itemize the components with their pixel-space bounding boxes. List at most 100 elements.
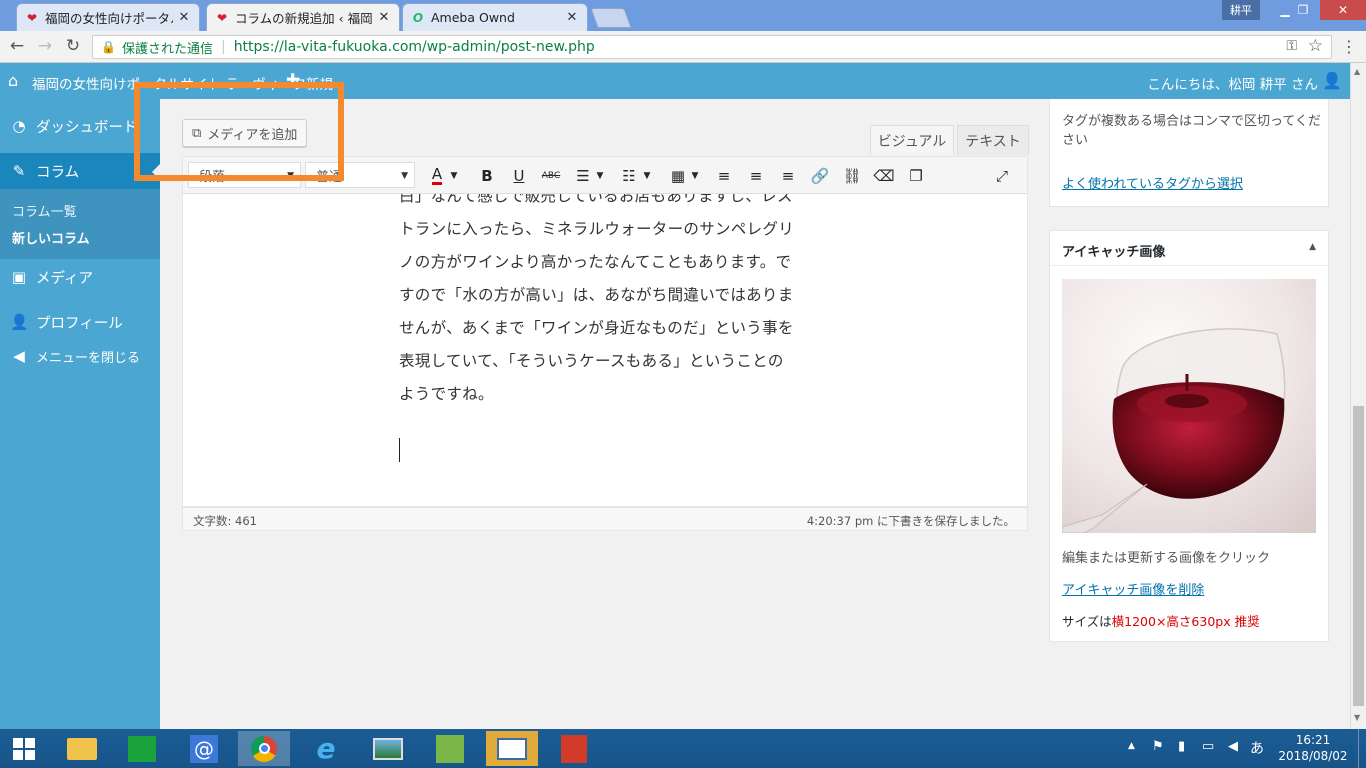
volume-icon[interactable]: ◀ [1228,739,1238,754]
collapse-toggle-icon[interactable]: ▲ [1309,242,1316,252]
acrobat-icon[interactable] [548,731,600,766]
reload-icon[interactable]: ↻ [62,35,84,57]
bookmark-star-icon[interactable]: ☆ [1308,36,1323,56]
strikethrough-icon[interactable]: ABC [540,165,562,187]
chevron-down-icon[interactable]: ▼ [448,165,460,187]
address-toolbar: ← → ↻ 🔒 保護された通信 | https://la-vita-fukuok… [0,31,1366,63]
text-cursor [399,438,400,462]
sidebar-collapse-menu[interactable]: ◀ メニューを閉じる [0,335,160,377]
photos-icon[interactable] [362,731,414,766]
sidebar-item-label: コラム [36,164,80,181]
sidebar-item-label: ダッシュボード [36,119,138,136]
action-center-flag-icon[interactable]: ⚑ [1152,739,1164,754]
bold-icon[interactable]: B [476,165,498,187]
featured-image-hint: 編集または更新する画像をクリック [1062,551,1271,566]
power-icon[interactable]: ▮ [1178,739,1185,754]
windows-taskbar: @ e ▲ ⚑ ▮ ▭ ◀ あ 16:21 2018/08/02 [0,729,1366,768]
greeting[interactable]: こんにちは、松岡 耕平 さん [1147,73,1318,93]
secure-label: 保護された通信 [121,41,213,57]
omnibox[interactable]: 🔒 保護された通信 | https://la-vita-fukuoka.com/… [92,35,1332,59]
draft-saved-status: 4:20:37 pm に下書きを保存しました。 [806,514,1015,528]
chevron-down-icon[interactable]: ▼ [594,165,606,187]
eraser-icon[interactable]: ⌫ [873,165,895,187]
recommended-size: サイズは横1200×高さ630px 推奨 [1062,611,1260,630]
user-icon: 👤 [10,313,29,331]
featured-image-box: アイキャッチ画像 ▲ 編集または更新する画像をクリック アイキャッチ画像を削除 … [1049,230,1329,642]
browser-tab-ameba[interactable]: O Ameba Ownd ✕ [402,3,588,31]
chevron-down-icon[interactable]: ▼ [641,165,653,187]
evernote-icon[interactable] [424,731,476,766]
show-desktop-button[interactable] [1358,729,1366,768]
editor-content-area[interactable]: 白」なんて感じで販売しているお店もありますし、レス トランに入ったら、ミネラルウ… [182,194,1028,507]
featured-image-header[interactable]: アイキャッチ画像 ▲ [1050,231,1328,266]
link-icon[interactable]: 🔗 [809,165,831,187]
heart-favicon-icon: ❤ [26,10,38,25]
media-icon: ▣ [11,268,27,286]
unlink-icon[interactable]: ⛓ [841,165,863,187]
key-icon[interactable]: ⚿ [1286,38,1297,54]
browser-tab-new-column[interactable]: ❤ コラムの新規追加 ‹ 福岡の ✕ [206,3,400,31]
url-text: https://la-vita-fukuoka.com/wp-admin/pos… [233,39,595,55]
editor-line: すので「水の方が高い」は、あながち間違いではありま [399,286,794,304]
underline-icon[interactable]: U [508,165,530,187]
tab-title: コラムの新規追加 ‹ 福岡の [235,11,373,26]
home-icon[interactable]: ⌂ [8,71,18,90]
network-icon[interactable]: ▭ [1202,739,1214,754]
ime-indicator[interactable]: あ [1250,738,1264,758]
fullscreen-icon[interactable]: ⤢ [991,165,1013,187]
sidebar-item-media[interactable]: ▣ メディア [0,256,160,298]
tab-visual[interactable]: ビジュアル [870,125,954,155]
tab-text[interactable]: テキスト [957,125,1029,155]
scroll-down-icon[interactable]: ▼ [1354,713,1360,722]
close-tab-icon[interactable]: ✕ [377,10,391,25]
internet-explorer-icon[interactable]: e [300,731,352,766]
chrome-icon[interactable] [238,731,290,766]
store-icon[interactable] [116,731,168,766]
tags-hint: タグが複数ある場合はコンマで区切ってください [1062,114,1321,148]
mail-icon[interactable]: @ [178,731,230,766]
sidebar-item-label: メニューを閉じる [36,350,141,366]
clock[interactable]: 16:21 2018/08/02 [1278,732,1348,764]
editor-line: 表現していて、「そういうケースもある」ということの [399,352,784,370]
forward-icon[interactable]: → [34,35,56,57]
text-color-icon[interactable]: A [426,165,448,187]
numbered-list-icon[interactable]: ☷ [618,165,640,187]
bullet-list-icon[interactable]: ☰ [572,165,594,187]
table-icon[interactable]: ▦ [667,165,689,187]
choose-tags-link[interactable]: よく使われているタグから選択 [1062,173,1243,192]
submenu-column-list[interactable]: コラム一覧 [12,201,77,220]
word-count: 文字数: 461 [193,514,257,528]
align-left-icon[interactable]: ≡ [713,165,735,187]
paste-icon[interactable]: ❐ [905,165,927,187]
featured-image-title: アイキャッチ画像 [1062,245,1166,260]
align-center-icon[interactable]: ≡ [745,165,767,187]
menu-icon[interactable]: ⋮ [1340,37,1358,56]
scrollbar-thumb[interactable] [1353,406,1364,706]
dashboard-gauge-icon: ◔ [12,117,26,135]
close-tab-icon[interactable]: ✕ [565,10,579,25]
show-hidden-icons-icon[interactable]: ▲ [1128,741,1135,751]
sidebar-item-label: メディア [36,270,93,287]
contacts-app-icon[interactable] [486,731,538,766]
back-icon[interactable]: ← [6,35,28,57]
submenu-new-column[interactable]: 新しいコラム [12,228,90,247]
featured-image-thumbnail[interactable] [1062,279,1316,533]
remove-featured-image-link[interactable]: アイキャッチ画像を削除 [1062,579,1204,598]
file-explorer-icon[interactable] [56,731,108,766]
user-avatar-icon[interactable]: 👤 [1322,71,1342,90]
page-scrollbar[interactable]: ▲ ▼ [1350,63,1366,729]
profile-badge[interactable]: 耕平 [1222,0,1260,20]
close-tab-icon[interactable]: ✕ [177,10,191,25]
windows-start-icon[interactable] [0,731,48,766]
highlight-annotation-box [134,82,344,181]
chevron-down-icon[interactable]: ▼ [689,165,701,187]
align-right-icon[interactable]: ≡ [777,165,799,187]
restore-icon[interactable]: ❐ [1288,0,1318,20]
close-window-icon[interactable]: ✕ [1320,0,1366,20]
new-tab-button[interactable] [590,8,632,28]
browser-tab-portal[interactable]: ❤ 福岡の女性向けポータルサイ ✕ [16,3,200,31]
chevron-down-icon: ▼ [401,171,408,181]
scroll-up-icon[interactable]: ▲ [1354,67,1360,76]
size-value: 横1200×高さ630px 推奨 [1111,614,1260,629]
separator: | [220,39,226,55]
